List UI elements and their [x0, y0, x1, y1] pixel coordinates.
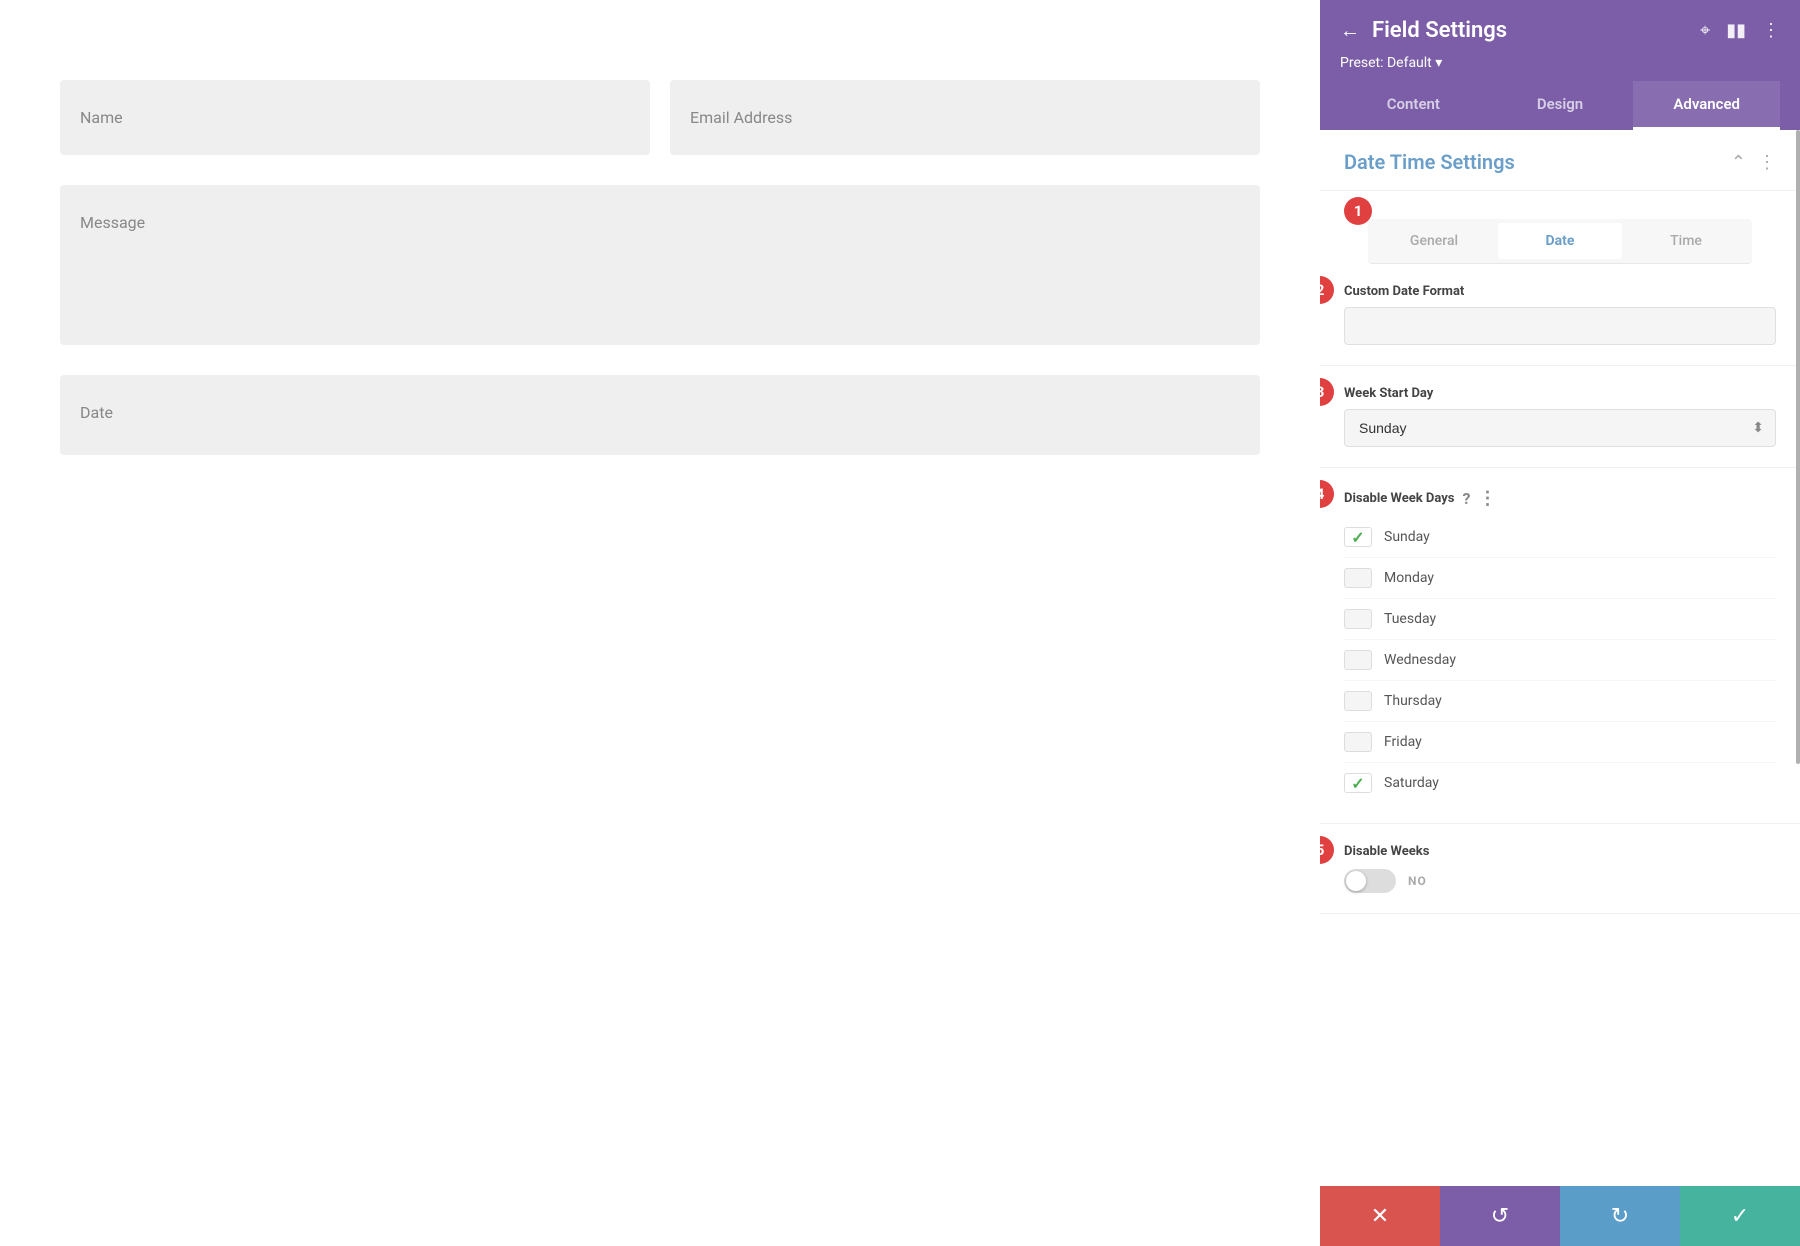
day-monday: Monday	[1344, 558, 1776, 599]
preset-label: Preset: Default	[1340, 55, 1432, 71]
section-more-icon[interactable]: ⋮	[1758, 152, 1776, 173]
week-start-day-label: Week Start Day	[1344, 386, 1776, 401]
panel-title: Field Settings	[1372, 18, 1507, 43]
custom-date-format-section: 2 Custom Date Format	[1320, 264, 1800, 366]
panel-header: ← Field Settings ⌖ ▮▮ ⋮ Preset: Default …	[1320, 0, 1800, 130]
day-wednesday: Wednesday	[1344, 640, 1776, 681]
date-field[interactable]: Date	[60, 375, 1260, 455]
form-row-1: Name Email Address	[60, 80, 1260, 155]
section-header: Date Time Settings ⌃ ⋮	[1320, 130, 1800, 191]
settings-panel: ← Field Settings ⌖ ▮▮ ⋮ Preset: Default …	[1320, 0, 1800, 1246]
sub-tab-date[interactable]: Date	[1498, 223, 1622, 259]
form-row-2: Message	[60, 185, 1260, 345]
sub-tab-time[interactable]: Time	[1624, 223, 1748, 259]
tab-advanced[interactable]: Advanced	[1633, 81, 1780, 130]
sub-tabs: General Date Time	[1368, 219, 1752, 264]
preset-row[interactable]: Preset: Default ▾	[1340, 55, 1780, 81]
main-tabs: Content Design Advanced	[1340, 81, 1780, 130]
panel-actions: ✕ ↺ ↻ ✓	[1320, 1186, 1800, 1246]
saturday-checkbox[interactable]: ✓	[1344, 773, 1372, 793]
sub-tabs-container: 1 General Date Time	[1320, 191, 1800, 264]
disable-weeks-label: Disable Weeks	[1344, 844, 1776, 859]
week-start-day-wrapper: Sunday Monday Tuesday Wednesday Thursday…	[1344, 409, 1776, 447]
friday-checkbox[interactable]	[1344, 732, 1372, 752]
disable-week-days-section: 4 Disable Week Days ? ⋮ ✓ Sunday Monday	[1320, 468, 1800, 824]
help-icon[interactable]: ?	[1462, 489, 1470, 508]
step-badge-1: 1	[1344, 197, 1372, 225]
monday-label: Monday	[1384, 570, 1434, 586]
section-header-icons: ⌃ ⋮	[1731, 152, 1776, 173]
form-area: Name Email Address Message Date	[0, 0, 1320, 1246]
target-icon[interactable]: ⌖	[1700, 20, 1710, 41]
week-start-day-select[interactable]: Sunday Monday Tuesday Wednesday Thursday…	[1344, 409, 1776, 447]
saturday-label: Saturday	[1384, 775, 1439, 791]
disable-days-more-icon[interactable]: ⋮	[1478, 488, 1496, 509]
sunday-checkmark: ✓	[1351, 528, 1364, 547]
day-saturday: ✓ Saturday	[1344, 763, 1776, 803]
form-row-3: Date	[60, 375, 1260, 455]
toggle-row: NO	[1344, 869, 1776, 893]
wednesday-label: Wednesday	[1384, 652, 1456, 668]
section-title: Date Time Settings	[1344, 150, 1515, 174]
tuesday-checkbox[interactable]	[1344, 609, 1372, 629]
disable-week-days-label: Disable Week Days ? ⋮	[1344, 488, 1776, 509]
more-options-icon[interactable]: ⋮	[1762, 20, 1780, 41]
monday-checkbox[interactable]	[1344, 568, 1372, 588]
panel-title-icons: ⌖ ▮▮ ⋮	[1700, 20, 1780, 41]
tab-content[interactable]: Content	[1340, 81, 1487, 130]
panel-body: Date Time Settings ⌃ ⋮ 1 General Date Ti…	[1320, 130, 1800, 1186]
custom-date-format-input[interactable]	[1344, 307, 1776, 345]
saturday-checkmark: ✓	[1351, 774, 1364, 793]
thursday-label: Thursday	[1384, 693, 1442, 709]
disable-weeks-section: 5 Disable Weeks NO	[1320, 824, 1800, 914]
day-sunday: ✓ Sunday	[1344, 517, 1776, 558]
columns-icon[interactable]: ▮▮	[1726, 20, 1746, 41]
step-badge-2: 2	[1320, 276, 1334, 304]
step-badge-3: 3	[1320, 378, 1334, 406]
friday-label: Friday	[1384, 734, 1422, 750]
step-badge-5: 5	[1320, 836, 1334, 864]
custom-date-format-label: Custom Date Format	[1344, 284, 1776, 299]
step-badge-4: 4	[1320, 480, 1334, 508]
tab-design[interactable]: Design	[1487, 81, 1634, 130]
toggle-knob	[1346, 871, 1366, 891]
week-start-day-section: 3 Week Start Day Sunday Monday Tuesday W…	[1320, 366, 1800, 468]
scrollbar[interactable]	[1796, 130, 1800, 764]
collapse-icon[interactable]: ⌃	[1731, 152, 1746, 173]
email-field[interactable]: Email Address	[670, 80, 1260, 155]
day-thursday: Thursday	[1344, 681, 1776, 722]
panel-title-row: ← Field Settings ⌖ ▮▮ ⋮	[1340, 18, 1780, 43]
sunday-checkbox[interactable]: ✓	[1344, 527, 1372, 547]
panel-title-left: ← Field Settings	[1340, 18, 1507, 43]
name-field[interactable]: Name	[60, 80, 650, 155]
sunday-label: Sunday	[1384, 529, 1430, 545]
tuesday-label: Tuesday	[1384, 611, 1436, 627]
save-button[interactable]: ✓	[1680, 1186, 1800, 1246]
checkbox-list: ✓ Sunday Monday Tuesday Wednesday	[1344, 517, 1776, 803]
back-button[interactable]: ←	[1340, 18, 1360, 43]
thursday-checkbox[interactable]	[1344, 691, 1372, 711]
wednesday-checkbox[interactable]	[1344, 650, 1372, 670]
delete-button[interactable]: ✕	[1320, 1186, 1440, 1246]
preset-arrow: ▾	[1435, 55, 1442, 71]
day-tuesday: Tuesday	[1344, 599, 1776, 640]
undo-button[interactable]: ↺	[1440, 1186, 1560, 1246]
disable-weeks-toggle[interactable]	[1344, 869, 1396, 893]
day-friday: Friday	[1344, 722, 1776, 763]
toggle-value-label: NO	[1408, 874, 1427, 888]
message-field[interactable]: Message	[60, 185, 1260, 345]
sub-tab-general[interactable]: General	[1372, 223, 1496, 259]
redo-button[interactable]: ↻	[1560, 1186, 1680, 1246]
